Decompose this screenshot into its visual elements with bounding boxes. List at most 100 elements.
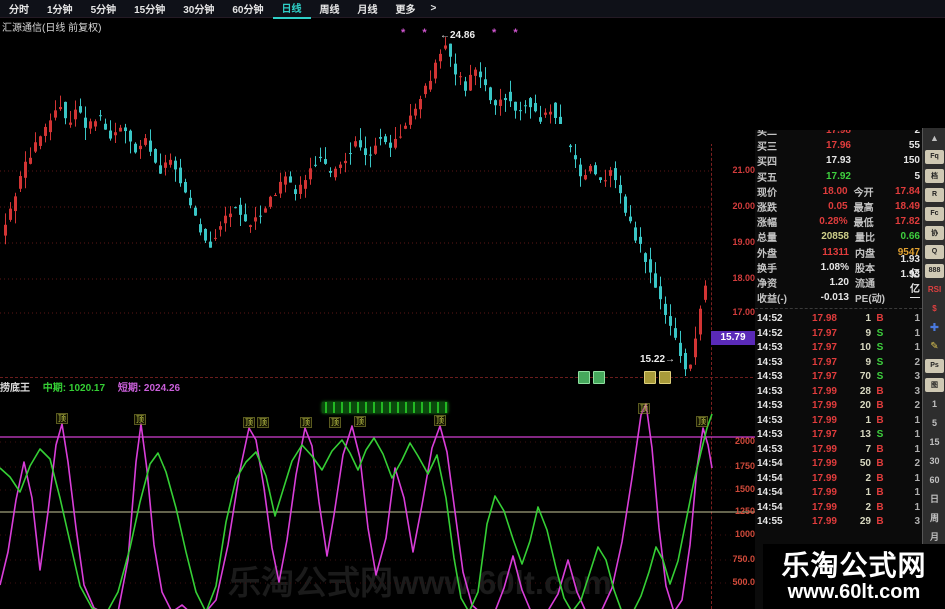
last-price-badge: 15.79	[711, 331, 755, 345]
tab-60分钟[interactable]: 60分钟	[223, 0, 272, 18]
candlestick-chart	[0, 37, 710, 376]
tab-周线[interactable]: 周线	[311, 0, 349, 18]
tick-row: 14:53 17.97 10 S 1	[755, 340, 922, 355]
tick-price: 17.99	[811, 472, 837, 484]
side-toolbar-button-Fc[interactable]: Fc	[925, 206, 944, 221]
tick-volume: 9	[865, 327, 871, 339]
side-toolbar-button-✚[interactable]: ✚	[925, 321, 944, 335]
tick-direction: B	[876, 400, 884, 411]
tick-volume: 13	[859, 429, 871, 440]
highlighted-annotation	[322, 402, 448, 413]
tick-count: 3	[914, 516, 920, 527]
side-toolbar-button-图[interactable]: 图	[925, 377, 944, 392]
side-toolbar-button-日[interactable]: 日	[925, 492, 944, 506]
indicator-axis-label: 500.0	[732, 577, 755, 587]
side-toolbar-button-R[interactable]: R	[925, 187, 944, 202]
side-toolbar-button-协[interactable]: 协	[925, 225, 944, 240]
stat-value: 18.00	[822, 185, 848, 197]
tick-count: 1	[914, 472, 920, 484]
side-toolbar-button-▲[interactable]: ▲	[925, 131, 944, 145]
side-toolbar-button-15[interactable]: 15	[925, 435, 944, 449]
tick-count: 3	[914, 371, 920, 382]
top-signal-label: 顶	[329, 417, 341, 428]
bid-row: 买五 17.92 5	[755, 169, 922, 184]
tick-time: 14:53	[757, 356, 783, 368]
tick-direction: B	[876, 487, 884, 498]
tick-row: 14:53 17.99 7 B 1	[755, 442, 922, 457]
side-toolbar-button-✎[interactable]: ✎	[925, 340, 944, 354]
top-signal-label: 顶	[300, 417, 312, 428]
tab-15分钟[interactable]: 15分钟	[125, 0, 174, 18]
tick-volume: 20	[859, 400, 871, 411]
star-marks-right: * *	[492, 27, 525, 39]
tick-price: 17.99	[811, 487, 837, 498]
side-toolbar-button-30[interactable]: 30	[925, 454, 944, 468]
tab-日线[interactable]: 日线	[272, 0, 311, 19]
tick-direction: S	[876, 327, 884, 339]
tick-count: 2	[914, 458, 920, 469]
stat-row: 净资 1.20 流通 1.93亿	[755, 269, 922, 295]
stat-value: 1.20	[829, 276, 849, 288]
tab-5分钟[interactable]: 5分钟	[82, 0, 126, 18]
more-arrow-icon[interactable]: >	[425, 3, 443, 14]
side-toolbar-button-RSI[interactable]: RSI	[925, 283, 944, 297]
tick-price: 17.99	[811, 385, 837, 397]
side-toolbar-button-Q[interactable]: Q	[925, 244, 944, 259]
side-toolbar-button-$[interactable]: $	[925, 302, 944, 316]
tick-row: 14:53 17.99 1 B 1	[755, 413, 922, 428]
bid-volume: 55	[908, 140, 920, 152]
tick-row: 14:54 17.99 1 B 1	[755, 485, 922, 500]
trading-terminal-window: 分时 1分钟 5分钟 15分钟 30分钟 60分钟 日线 周线 月线 更多 > 汇源通信(日线 前复…	[0, 0, 945, 609]
tick-time: 14:54	[757, 501, 783, 513]
tick-row: 14:52 17.98 1 B 1	[755, 311, 922, 326]
tab-月线[interactable]: 月线	[349, 0, 387, 18]
tick-direction: B	[876, 458, 884, 469]
tab-更多[interactable]: 更多	[387, 0, 425, 18]
side-toolbar-button-5[interactable]: 5	[925, 416, 944, 430]
tab-分时[interactable]: 分时	[0, 0, 38, 18]
tab-30分钟[interactable]: 30分钟	[174, 0, 223, 18]
stat-value: —	[910, 292, 920, 304]
tick-price: 17.98	[811, 313, 837, 324]
stat-value: 18.49	[894, 201, 920, 213]
stat-row: 总量 20858 量比 0.66	[755, 229, 922, 244]
tick-count: 1	[914, 313, 920, 324]
tick-volume: 1	[865, 414, 871, 426]
bid-price: 17.96	[825, 140, 851, 152]
side-toolbar-button-Fq[interactable]: Fq	[925, 149, 944, 164]
side-toolbar-button-888[interactable]: 888	[925, 263, 944, 278]
side-toolbar-button-档[interactable]: 档	[925, 168, 944, 183]
tick-count: 1	[914, 327, 920, 339]
tab-1分钟[interactable]: 1分钟	[38, 0, 82, 18]
side-toolbar-button-Ps[interactable]: Ps	[925, 358, 944, 373]
top-signal-label: 顶	[257, 417, 269, 428]
side-toolbar-button-周[interactable]: 周	[925, 511, 944, 525]
tick-count: 3	[914, 385, 920, 397]
tick-direction: B	[876, 516, 884, 527]
top-signal-label: 顶	[134, 414, 146, 425]
stat-label: 现价	[757, 187, 777, 199]
bid-price: 17.92	[825, 170, 851, 182]
tick-volume: 29	[859, 516, 871, 527]
stat-value: -0.013	[820, 292, 849, 304]
tick-volume: 2	[865, 501, 871, 513]
tick-price: 17.97	[811, 356, 837, 368]
tick-direction: B	[876, 414, 884, 426]
stat-label: 量比	[855, 233, 875, 245]
tick-price: 17.97	[811, 327, 837, 339]
bid-volume: 2	[914, 130, 920, 137]
event-marker-green-icon	[578, 371, 605, 384]
side-toolbar-button-1[interactable]: 1	[925, 397, 944, 411]
bid-volume: 5	[914, 170, 920, 182]
stat-value: 0.05	[828, 201, 848, 213]
tick-time: 14:53	[757, 342, 783, 353]
side-toolbar-button-60[interactable]: 60	[925, 473, 944, 487]
event-marker-yellow-icon	[644, 371, 671, 384]
stat-row: 涨跌 0.05 最高 18.49	[755, 199, 922, 214]
side-toolbar-button-月[interactable]: 月	[925, 530, 944, 544]
tick-row: 14:54 17.99 2 B 1	[755, 500, 922, 515]
stat-value: 1.08%	[820, 261, 849, 273]
bid-price: 17.93	[825, 155, 851, 167]
price-axis-label: 20.00	[732, 201, 755, 211]
stat-label: 换手	[757, 263, 777, 275]
